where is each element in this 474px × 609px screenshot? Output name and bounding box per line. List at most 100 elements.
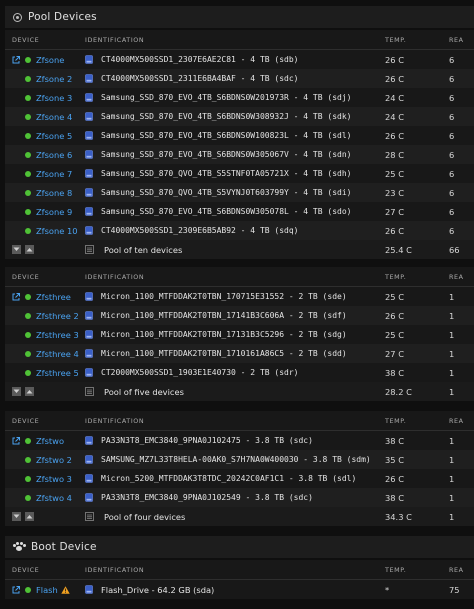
disk-icon (85, 150, 93, 159)
device-name-link[interactable]: Zfsone 4 (36, 112, 72, 122)
device-temp: 26 C (385, 473, 404, 484)
disk-icon (85, 112, 93, 121)
status-online-icon (25, 132, 31, 139)
device-name-link[interactable]: Flash (36, 585, 58, 595)
device-reads: 1 (449, 473, 455, 484)
disk-icon (85, 169, 93, 178)
device-row[interactable]: Zfstwo 4 PA33N3T8_EMC3840_9PNA0J102549 -… (5, 488, 474, 507)
external-link-icon[interactable] (12, 292, 20, 301)
device-row[interactable]: Zfsthree Micron_1100_MTFDDAK2T0TBN_17071… (5, 287, 474, 306)
device-identification: Samsung_SSD_870_QVO_4TB_S5VYNJ0T603799Y … (101, 188, 352, 197)
device-identification: PA33N3T8_EMC3840_9PNA0J102549 - 3.8 TB (… (101, 493, 313, 502)
column-header-row: DEVICE IDENTIFICATION TEMP. REA (5, 267, 474, 287)
column-device: DEVICE (12, 416, 40, 425)
status-online-icon (25, 456, 31, 463)
device-row[interactable]: Zfsone 5 Samsung_SSD_870_EVO_4TB_S6BDNS0… (5, 126, 474, 145)
device-name-link[interactable]: Zfstwo 4 (36, 493, 72, 503)
warning-icon[interactable] (61, 585, 70, 594)
pool-total-row: Pool of four devices 34.3 C 1 (5, 507, 474, 526)
device-row[interactable]: Zfstwo 3 Micron_5200_MTFDDAK3T8TDC_20242… (5, 469, 474, 488)
device-identification: CT4000MX500SSD1_2311E6BA4BAF - 4 TB (sdc… (101, 74, 299, 83)
device-name-link[interactable]: Zfsone 3 (36, 93, 72, 103)
device-identification: SAMSUNG_MZ7L33T8HELA-00AK0_S7H7NA0W40003… (101, 455, 371, 464)
external-link-icon[interactable] (12, 436, 20, 445)
disk-icon (85, 292, 93, 301)
device-reads: 6 (449, 187, 455, 198)
collapse-up-icon[interactable] (25, 512, 34, 521)
device-temp: 38 C (385, 435, 404, 446)
device-name-link[interactable]: Zfsone 5 (36, 131, 72, 141)
device-row[interactable]: Zfsone 9 Samsung_SSD_870_EVO_4TB_S6BDNS0… (5, 202, 474, 221)
disk-icon (85, 585, 93, 594)
device-row[interactable]: Zfsone 6 Samsung_SSD_870_EVO_4TB_S6BDNS0… (5, 145, 474, 164)
device-name-link[interactable]: Zfsone 8 (36, 188, 72, 198)
device-reads: 1 (449, 310, 455, 321)
device-temp: 35 C (385, 454, 404, 465)
device-name-link[interactable]: Zfsone 9 (36, 207, 72, 217)
device-name-link[interactable]: Zfsone 7 (36, 169, 72, 179)
collapse-up-icon[interactable] (25, 387, 34, 396)
device-row[interactable]: Zfsthree 4 Micron_1100_MTFDDAK2T0TBN_171… (5, 344, 474, 363)
pool-devices-header: Pool Devices (5, 6, 474, 28)
pool-three-table: DEVICE IDENTIFICATION TEMP. REA Zfstwo P… (5, 411, 474, 526)
disk-icon (85, 188, 93, 197)
device-name-link[interactable]: Zfsone (36, 55, 64, 65)
device-row[interactable]: Zfsone 8 Samsung_SSD_870_QVO_4TB_S5VYNJ0… (5, 183, 474, 202)
disk-icon (85, 226, 93, 235)
device-identification: Samsung_SSD_870_EVO_4TB_S6BDNS0W308932J … (101, 112, 352, 121)
list-icon (85, 387, 94, 396)
device-name-link[interactable]: Zfstwo (36, 436, 64, 446)
device-identification: Micron_1100_MTFDDAK2T0TBN_1710161A86C5 -… (101, 349, 347, 358)
device-row[interactable]: Zfsthree 3 Micron_1100_MTFDDAK2T0TBN_171… (5, 325, 474, 344)
device-row[interactable]: Zfsone 2 CT4000MX500SSD1_2311E6BA4BAF - … (5, 69, 474, 88)
status-online-icon (25, 494, 31, 501)
status-online-icon (25, 331, 31, 338)
pool-total-row: Pool of five devices 28.2 C 1 (5, 382, 474, 401)
device-name-link[interactable]: Zfsthree 4 (36, 349, 79, 359)
device-temp: * (385, 584, 390, 595)
device-name-link[interactable]: Zfstwo 3 (36, 474, 72, 484)
device-row[interactable]: Zfstwo 2 SAMSUNG_MZ7L33T8HELA-00AK0_S7H7… (5, 450, 474, 469)
device-identification: Samsung_SSD_870_EVO_4TB_S6BDNS0W305078L … (101, 207, 352, 216)
device-name-link[interactable]: Zfsthree 3 (36, 330, 79, 340)
device-name-link[interactable]: Zfstwo 2 (36, 455, 72, 465)
status-online-icon (25, 312, 31, 319)
device-row[interactable]: Zfsone 4 Samsung_SSD_870_EVO_4TB_S6BDNS0… (5, 107, 474, 126)
device-name-link[interactable]: Zfsthree 5 (36, 368, 79, 378)
collapse-down-icon[interactable] (12, 245, 21, 254)
device-identification: CT4000MX500SSD1_2309E6B5AB92 - 4 TB (sdq… (101, 226, 299, 235)
device-row[interactable]: Flash Flash_Drive - 64.2 GB (sda) * 75 (5, 580, 474, 599)
disk-icon (85, 55, 93, 64)
pool-summary: Pool of five devices (104, 386, 184, 397)
pool-devices-title: Pool Devices (28, 11, 97, 23)
device-reads: 6 (449, 54, 455, 65)
device-row[interactable]: Zfsone 7 Samsung_SSD_870_QVO_4TB_S5STNF0… (5, 164, 474, 183)
collapse-down-icon[interactable] (12, 512, 21, 521)
status-online-icon (25, 475, 31, 482)
collapse-up-icon[interactable] (25, 245, 34, 254)
device-row[interactable]: Zfsthree 5 CT2000MX500SSD1_1903E1E40730 … (5, 363, 474, 382)
external-link-icon[interactable] (12, 55, 20, 64)
device-identification: Micron_5200_MTFDDAK3T8TDC_20242C0AF1C1 -… (101, 474, 357, 483)
device-row[interactable]: Zfstwo PA33N3T8_EMC3840_9PNA0J102475 - 3… (5, 431, 474, 450)
device-row[interactable]: Zfsone 10 CT4000MX500SSD1_2309E6B5AB92 -… (5, 221, 474, 240)
device-row[interactable]: Zfsone 3 Samsung_SSD_870_EVO_4TB_S6BDNS0… (5, 88, 474, 107)
device-row[interactable]: Zfsthree 2 Micron_1100_MTFDDAK2T0TBN_171… (5, 306, 474, 325)
device-name-link[interactable]: Zfsthree 2 (36, 311, 79, 321)
status-online-icon (25, 227, 31, 234)
device-row[interactable]: Zfsone CT4000MX500SSD1_2307E6AE2C81 - 4 … (5, 50, 474, 69)
device-name-link[interactable]: Zfsone 6 (36, 150, 72, 160)
device-reads: 1 (449, 454, 455, 465)
device-temp: 26 C (385, 225, 404, 236)
device-identification: CT2000MX500SSD1_1903E1E40730 - 2 TB (sdr… (101, 368, 299, 377)
device-name-link[interactable]: Zfsone 10 (36, 226, 78, 236)
status-online-icon (25, 293, 31, 300)
disk-icon (85, 349, 93, 358)
device-name-link[interactable]: Zfsone 2 (36, 74, 72, 84)
disk-icon (85, 311, 93, 320)
device-name-link[interactable]: Zfsthree (36, 292, 71, 302)
collapse-down-icon[interactable] (12, 387, 21, 396)
external-link-icon[interactable] (12, 585, 20, 594)
device-temp: 28 C (385, 149, 404, 160)
device-identification: PA33N3T8_EMC3840_9PNA0J102475 - 3.8 TB (… (101, 436, 313, 445)
